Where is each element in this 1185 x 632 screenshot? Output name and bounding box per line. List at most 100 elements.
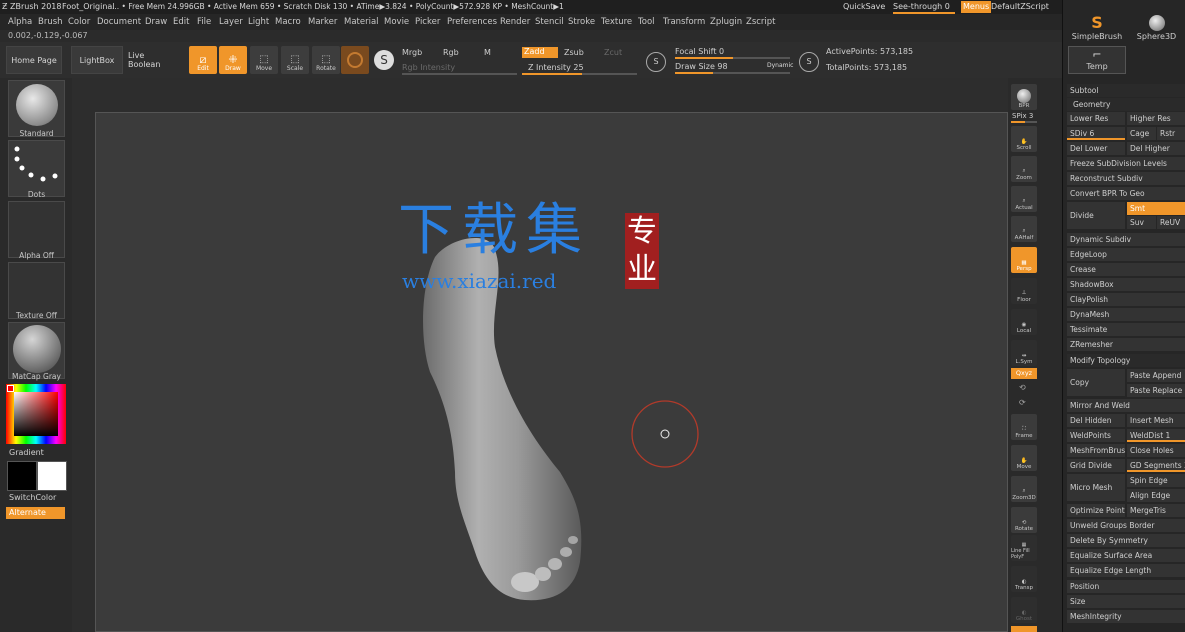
spix-slider[interactable]: SPix 3 [1012, 112, 1033, 120]
axis-rotation-icon[interactable]: ⟲ [1019, 383, 1026, 392]
color-picker[interactable] [6, 384, 66, 444]
copy-button[interactable]: Copy [1067, 369, 1125, 396]
rgb-intensity-track[interactable] [402, 73, 517, 75]
weld-points-button[interactable]: WeldPoints [1067, 429, 1125, 442]
bpr-button[interactable]: BPR [1011, 84, 1037, 110]
menu-draw[interactable]: Draw [145, 14, 167, 30]
delete-by-symmetry-button[interactable]: Delete By Symmetry [1067, 534, 1185, 547]
menu-transform[interactable]: Transform [663, 14, 705, 30]
xyz-button[interactable]: Qxyz [1011, 368, 1037, 379]
scroll-button[interactable]: ✋ Scroll [1011, 126, 1037, 152]
mrgb-button[interactable]: Mrgb [402, 48, 422, 57]
insert-mesh-button[interactable]: Insert Mesh [1127, 414, 1185, 427]
edgeloop-section[interactable]: EdgeLoop [1067, 248, 1185, 261]
del-higher-button[interactable]: Del Higher [1127, 142, 1185, 155]
actual-button[interactable]: ⌕ Actual [1011, 186, 1037, 212]
frame-button[interactable]: ⛶ Frame [1011, 414, 1037, 440]
menu-zplugin[interactable]: Zplugin [710, 14, 742, 30]
del-lower-button[interactable]: Del Lower [1067, 142, 1125, 155]
dynamesh-section[interactable]: DynaMesh [1067, 308, 1185, 321]
optimize-points-button[interactable]: Optimize Points [1067, 504, 1125, 517]
subtool-header[interactable]: Subtool [1067, 84, 1185, 97]
document-canvas[interactable]: 下载集 专业 www.xiazai.red [95, 112, 1008, 632]
paste-replace-button[interactable]: Paste Replace [1127, 384, 1185, 397]
see-through-slider[interactable]: See-through 0 [893, 2, 955, 14]
weld-dist-slider[interactable]: WeldDist 1 [1127, 429, 1185, 442]
zsub-button[interactable]: Zsub [564, 48, 584, 57]
zadd-button[interactable]: Zadd [522, 47, 558, 58]
unweld-groups-border-button[interactable]: Unweld Groups Border [1067, 519, 1185, 532]
del-hidden-button[interactable]: Del Hidden [1067, 414, 1125, 427]
micro-mesh-button[interactable]: Micro Mesh [1067, 474, 1125, 501]
crease-section[interactable]: Crease [1067, 263, 1185, 276]
color-picker-square[interactable] [14, 392, 58, 436]
menu-layer[interactable]: Layer [219, 14, 243, 30]
axis-rotation-z-icon[interactable]: ⟳ [1019, 398, 1026, 407]
equalize-surface-area-button[interactable]: Equalize Surface Area [1067, 549, 1185, 562]
spix-track[interactable] [1011, 121, 1037, 123]
zcut-button[interactable]: Zcut [604, 48, 622, 57]
alternate-button[interactable]: Alternate [6, 507, 65, 519]
menu-picker[interactable]: Picker [415, 14, 440, 30]
focal-shift-slider[interactable]: Focal Shift 0 [675, 47, 724, 56]
menu-zscript[interactable]: Zscript [746, 14, 776, 30]
default-zscript-button[interactable]: DefaultZScript [991, 0, 1049, 14]
move-mode-button[interactable]: ⬚ Move [250, 46, 278, 74]
local-button[interactable]: ◉ Local [1011, 309, 1037, 335]
size-section[interactable]: Size [1067, 595, 1185, 608]
focal-shift-track[interactable] [675, 57, 790, 59]
rotate-mode-button[interactable]: ⬚ Rotate [312, 46, 340, 74]
menu-marker[interactable]: Marker [308, 14, 337, 30]
reconstruct-subdiv-button[interactable]: Reconstruct Subdiv [1067, 172, 1185, 185]
menu-document[interactable]: Document [97, 14, 141, 30]
menu-stencil[interactable]: Stencil [535, 14, 564, 30]
align-edge-button[interactable]: Align Edge [1127, 489, 1185, 502]
sdiv-slider[interactable]: SDiv 6 [1067, 127, 1125, 140]
position-section[interactable]: Position [1067, 580, 1185, 593]
mesh-from-brush-button[interactable]: MeshFromBrush [1067, 444, 1125, 457]
solo-button[interactable] [1011, 626, 1037, 632]
menu-macro[interactable]: Macro [275, 14, 301, 30]
modify-topology-header[interactable]: Modify Topology [1067, 354, 1185, 367]
lower-res-button[interactable]: Lower Res [1067, 112, 1125, 125]
rotate-view-button[interactable]: ⟲ Rotate [1011, 507, 1037, 533]
m-button[interactable]: M [484, 48, 491, 57]
rstr-button[interactable]: Rstr [1157, 127, 1185, 140]
menu-brush[interactable]: Brush [38, 14, 63, 30]
rgb-button[interactable]: Rgb [443, 48, 459, 57]
mirror-and-weld-button[interactable]: Mirror And Weld [1067, 399, 1185, 412]
secondary-color-swatch[interactable] [37, 461, 67, 491]
ghost-button[interactable]: ◐ Ghost [1011, 597, 1037, 623]
menu-material[interactable]: Material [344, 14, 379, 30]
claypolish-section[interactable]: ClayPolish [1067, 293, 1185, 306]
quicksave-button[interactable]: QuickSave [843, 0, 885, 14]
menu-render[interactable]: Render [500, 14, 530, 30]
polyframe-button[interactable]: ▦ Line Fill PolyF [1011, 535, 1037, 561]
close-holes-button[interactable]: Close Holes [1127, 444, 1185, 457]
equalize-edge-length-button[interactable]: Equalize Edge Length [1067, 564, 1185, 577]
switch-color-button[interactable]: SwitchColor [9, 493, 56, 502]
lsym-button[interactable]: ⇹ L.Sym [1011, 340, 1037, 366]
menu-alpha[interactable]: Alpha [8, 14, 32, 30]
smt-toggle[interactable]: Smt [1127, 202, 1185, 215]
menu-tool[interactable]: Tool [638, 14, 655, 30]
shadowbox-section[interactable]: ShadowBox [1067, 278, 1185, 291]
gd-segments-slider[interactable]: GD Segments 3 [1127, 459, 1185, 472]
menu-color[interactable]: Color [68, 14, 90, 30]
home-page-button[interactable]: Home Page [6, 46, 62, 74]
convert-bpr-button[interactable]: Convert BPR To Geo [1067, 187, 1185, 200]
menu-texture[interactable]: Texture [601, 14, 632, 30]
lightbox-button[interactable]: LightBox [71, 46, 123, 74]
color-mode-icon[interactable]: S [374, 50, 394, 70]
gradient-toggle[interactable]: Gradient [9, 448, 44, 457]
tessimate-section[interactable]: Tessimate [1067, 323, 1185, 336]
material-selector[interactable] [8, 322, 65, 379]
geometry-header[interactable]: Geometry [1067, 98, 1185, 111]
menu-movie[interactable]: Movie [384, 14, 409, 30]
draw-mode-button[interactable]: ⁜ Draw [219, 46, 247, 74]
alpha-selector[interactable] [8, 201, 65, 258]
dynamic-subdiv-section[interactable]: Dynamic Subdiv [1067, 233, 1185, 246]
edit-mode-button[interactable]: ⧄ Edit [189, 46, 217, 74]
primary-color-swatch[interactable] [7, 461, 37, 491]
freeze-subdivision-button[interactable]: Freeze SubDivision Levels [1067, 157, 1185, 170]
